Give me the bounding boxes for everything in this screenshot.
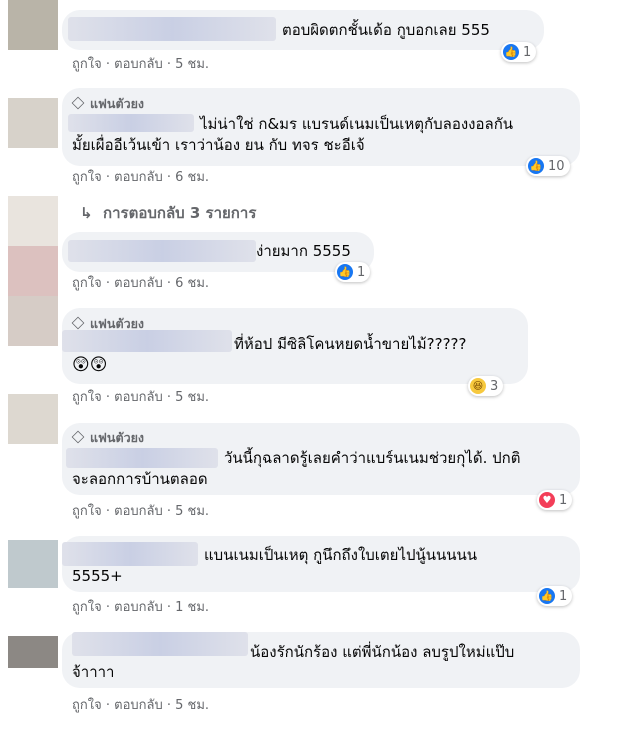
comment-text: จ้าาาา bbox=[72, 663, 115, 681]
comment-text: แบนเนมเป็นเหตุ กูนึกถึงใบเตยไปนู้นนนนน bbox=[204, 546, 478, 564]
comment-text: ไม่น่าใช่ ก&มร แบรนด์เนมเป็นเหตุกับลองงอ… bbox=[200, 115, 514, 133]
timestamp[interactable]: 6 ชม. bbox=[175, 276, 209, 291]
avatar[interactable] bbox=[8, 0, 58, 50]
redacted-name[interactable] bbox=[68, 17, 276, 41]
comment-actions: ถูกใจ · ตอบกลับ · 5 ชม. bbox=[72, 698, 210, 713]
like-icon: 👍 bbox=[528, 158, 544, 174]
reaction-count[interactable]: ♥ 1 bbox=[537, 490, 573, 510]
gem-icon bbox=[71, 316, 85, 330]
like-link[interactable]: ถูกใจ bbox=[72, 276, 102, 291]
reaction-count[interactable]: 👍 1 bbox=[335, 262, 371, 282]
comment-actions: ถูกใจ · ตอบกลับ · 5 ชม. bbox=[72, 57, 210, 72]
top-fan-badge[interactable]: แฟนตัวยง bbox=[71, 94, 144, 114]
timestamp[interactable]: 5 ชม. bbox=[175, 504, 209, 519]
reply-link[interactable]: ตอบกลับ bbox=[114, 504, 163, 519]
redacted-name[interactable] bbox=[62, 330, 232, 352]
reply-link[interactable]: ตอบกลับ bbox=[114, 698, 163, 713]
reply-link[interactable]: ตอบกลับ bbox=[114, 57, 163, 72]
timestamp[interactable]: 5 ชม. bbox=[175, 698, 209, 713]
comment-text: น้องรักนักร้อง แต่พี่นักน้อง ลบรูปใหม่แป… bbox=[250, 643, 515, 661]
comment-text: จะลอกการบ้านตลอด bbox=[72, 470, 208, 488]
gem-icon bbox=[71, 430, 85, 444]
avatar[interactable] bbox=[8, 246, 58, 296]
like-link[interactable]: ถูกใจ bbox=[72, 390, 102, 405]
avatar[interactable] bbox=[8, 394, 58, 444]
comment-actions: ถูกใจ · ตอบกลับ · 5 ชม. bbox=[72, 390, 210, 405]
redacted-name[interactable] bbox=[72, 632, 248, 656]
comment-text: มั้ยเผื่ออีเว้นเข้า เราว่าน้อง ยน กับ ทจ… bbox=[72, 136, 365, 154]
timestamp[interactable]: 6 ชม. bbox=[175, 170, 209, 185]
reaction-count[interactable]: 😆 3 bbox=[468, 376, 504, 396]
comment-text: ที่ห้อป มีซิลิโคนหยดน้ำขายไม้????? bbox=[234, 335, 467, 353]
timestamp[interactable]: 1 ชม. bbox=[175, 600, 209, 615]
avatar[interactable] bbox=[8, 540, 58, 588]
comment-actions: ถูกใจ · ตอบกลับ · 6 ชม. bbox=[72, 276, 210, 291]
reply-arrow-icon: ↳ bbox=[80, 204, 93, 222]
like-link[interactable]: ถูกใจ bbox=[72, 170, 102, 185]
redacted-name[interactable] bbox=[68, 240, 256, 262]
top-fan-badge[interactable]: แฟนตัวยง bbox=[71, 428, 144, 448]
reply-link[interactable]: ตอบกลับ bbox=[114, 276, 163, 291]
like-icon: 👍 bbox=[337, 264, 353, 280]
like-link[interactable]: ถูกใจ bbox=[72, 600, 102, 615]
reaction-count[interactable]: 👍 10 bbox=[526, 156, 570, 176]
avatar[interactable] bbox=[8, 98, 58, 148]
emoji-text: 😲😲 bbox=[72, 355, 108, 375]
comment-text: ง่ายมาก 5555 bbox=[256, 242, 351, 260]
timestamp[interactable]: 5 ชม. bbox=[175, 390, 209, 405]
reply-link[interactable]: ตอบกลับ bbox=[114, 390, 163, 405]
reply-link[interactable]: ตอบกลับ bbox=[114, 600, 163, 615]
gem-icon bbox=[71, 96, 85, 110]
avatar[interactable] bbox=[8, 196, 58, 246]
like-link[interactable]: ถูกใจ bbox=[72, 504, 102, 519]
redacted-name[interactable] bbox=[66, 448, 218, 468]
like-link[interactable]: ถูกใจ bbox=[72, 698, 102, 713]
avatar[interactable] bbox=[8, 296, 58, 346]
reaction-count[interactable]: 👍 1 bbox=[501, 42, 537, 62]
comment-text: ตอบผิดตกชั้นเด้อ กูบอกเลย 555 bbox=[282, 21, 490, 39]
redacted-name[interactable] bbox=[68, 114, 194, 132]
comment-text: 5555+ bbox=[72, 567, 123, 585]
comment-actions: ถูกใจ · ตอบกลับ · 5 ชม. bbox=[72, 504, 210, 519]
reaction-count[interactable]: 👍 1 bbox=[537, 586, 573, 606]
redacted-name[interactable] bbox=[62, 542, 198, 566]
like-icon: 👍 bbox=[503, 44, 519, 60]
comment-text: วันนี้กุฉลาดรู้เลยคำว่าแบร์นเนมช่วยกุได้… bbox=[224, 449, 521, 467]
like-link[interactable]: ถูกใจ bbox=[72, 57, 102, 72]
heart-icon: ♥ bbox=[539, 492, 555, 508]
like-icon: 👍 bbox=[539, 588, 555, 604]
reply-link[interactable]: ตอบกลับ bbox=[114, 170, 163, 185]
haha-icon: 😆 bbox=[470, 378, 486, 394]
view-replies-link[interactable]: ↳ การตอบกลับ 3 รายการ bbox=[80, 201, 256, 225]
comment-actions: ถูกใจ · ตอบกลับ · 6 ชม. bbox=[72, 170, 210, 185]
avatar[interactable] bbox=[8, 636, 58, 668]
timestamp[interactable]: 5 ชม. bbox=[175, 57, 209, 72]
comment-actions: ถูกใจ · ตอบกลับ · 1 ชม. bbox=[72, 600, 210, 615]
